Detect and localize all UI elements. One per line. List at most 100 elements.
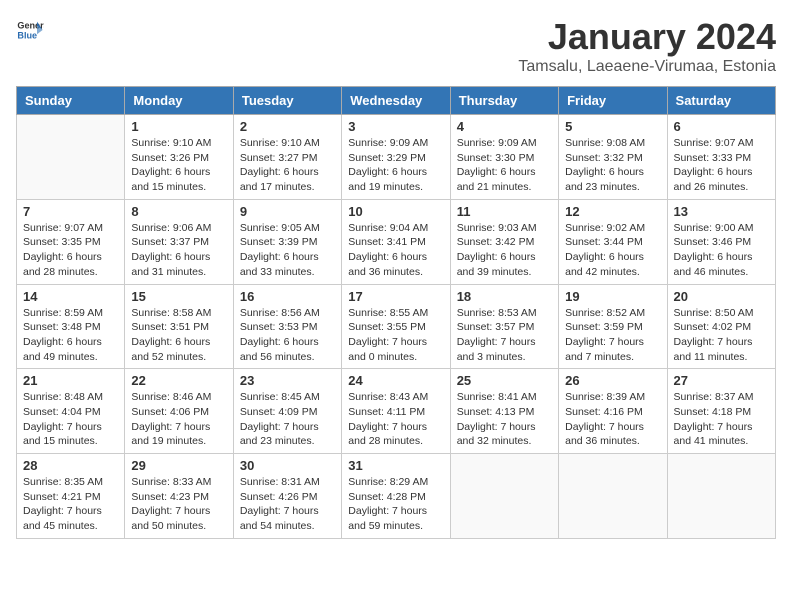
location-title: Tamsalu, Laeaene-Virumaa, Estonia: [518, 58, 776, 76]
day-number: 28: [23, 458, 118, 473]
calendar-cell: 16 Sunrise: 8:56 AMSunset: 3:53 PMDayligh…: [233, 284, 341, 369]
weekday-header-thursday: Thursday: [450, 87, 558, 115]
day-number: 17: [348, 289, 443, 304]
title-area: January 2024 Tamsalu, Laeaene-Virumaa, E…: [518, 16, 776, 76]
calendar-cell: 4 Sunrise: 9:09 AMSunset: 3:30 PMDaylight…: [450, 115, 558, 200]
day-number: 4: [457, 119, 552, 134]
calendar-cell: 20 Sunrise: 8:50 AMSunset: 4:02 PMDayligh…: [667, 284, 775, 369]
calendar-cell: 27 Sunrise: 8:37 AMSunset: 4:18 PMDayligh…: [667, 369, 775, 454]
day-number: 25: [457, 373, 552, 388]
week-row-1: 1 Sunrise: 9:10 AMSunset: 3:26 PMDaylight…: [17, 115, 776, 200]
day-info: Sunrise: 9:08 AMSunset: 3:32 PMDaylight:…: [565, 136, 660, 195]
weekday-header-sunday: Sunday: [17, 87, 125, 115]
week-row-2: 7Sunrise: 9:07 AMSunset: 3:35 PMDaylight…: [17, 199, 776, 284]
day-info: Sunrise: 8:45 AMSunset: 4:09 PMDaylight:…: [240, 390, 335, 449]
day-number: 21: [23, 373, 118, 388]
calendar-cell: [559, 454, 667, 539]
week-row-4: 21 Sunrise: 8:48 AMSunset: 4:04 PMDayligh…: [17, 369, 776, 454]
weekday-header-wednesday: Wednesday: [342, 87, 450, 115]
week-row-5: 28 Sunrise: 8:35 AMSunset: 4:21 PMDayligh…: [17, 454, 776, 539]
calendar-cell: 15 Sunrise: 8:58 AMSunset: 3:51 PMDayligh…: [125, 284, 233, 369]
day-info: Sunrise: 8:55 AMSunset: 3:55 PMDaylight:…: [348, 306, 443, 365]
day-info: Sunrise: 8:48 AMSunset: 4:04 PMDaylight:…: [23, 390, 118, 449]
day-number: 18: [457, 289, 552, 304]
day-info: Sunrise: 8:56 AMSunset: 3:53 PMDaylight:…: [240, 306, 335, 365]
calendar-cell: 22 Sunrise: 8:46 AMSunset: 4:06 PMDayligh…: [125, 369, 233, 454]
day-info: Sunrise: 8:58 AMSunset: 3:51 PMDaylight:…: [131, 306, 226, 365]
calendar-cell: 1 Sunrise: 9:10 AMSunset: 3:26 PMDaylight…: [125, 115, 233, 200]
day-number: 11: [457, 204, 552, 219]
day-info: Sunrise: 8:50 AMSunset: 4:02 PMDaylight:…: [674, 306, 769, 365]
calendar-cell: 18 Sunrise: 8:53 AMSunset: 3:57 PMDayligh…: [450, 284, 558, 369]
logo-icon: General Blue: [16, 16, 44, 44]
day-number: 13: [674, 204, 769, 219]
day-info: Sunrise: 8:41 AMSunset: 4:13 PMDaylight:…: [457, 390, 552, 449]
day-info: Sunrise: 9:07 AMSunset: 3:33 PMDaylight:…: [674, 136, 769, 195]
day-number: 8: [131, 204, 226, 219]
logo: General Blue: [16, 16, 44, 44]
day-number: 14: [23, 289, 118, 304]
day-info: Sunrise: 8:46 AMSunset: 4:06 PMDaylight:…: [131, 390, 226, 449]
day-info: Sunrise: 8:52 AMSunset: 3:59 PMDaylight:…: [565, 306, 660, 365]
day-number: 23: [240, 373, 335, 388]
day-number: 12: [565, 204, 660, 219]
weekday-header-monday: Monday: [125, 87, 233, 115]
day-number: 31: [348, 458, 443, 473]
week-row-3: 14 Sunrise: 8:59 AMSunset: 3:48 PMDayligh…: [17, 284, 776, 369]
day-info: Sunrise: 9:09 AMSunset: 3:29 PMDaylight:…: [348, 136, 443, 195]
day-info: Sunrise: 8:35 AMSunset: 4:21 PMDaylight:…: [23, 475, 118, 534]
day-info: Sunrise: 9:02 AMSunset: 3:44 PMDaylight:…: [565, 221, 660, 280]
weekday-header-saturday: Saturday: [667, 87, 775, 115]
day-info: Sunrise: 8:33 AMSunset: 4:23 PMDaylight:…: [131, 475, 226, 534]
day-number: 2: [240, 119, 335, 134]
weekday-header-row: SundayMondayTuesdayWednesdayThursdayFrid…: [17, 87, 776, 115]
day-info: Sunrise: 8:39 AMSunset: 4:16 PMDaylight:…: [565, 390, 660, 449]
day-number: 3: [348, 119, 443, 134]
day-info: Sunrise: 8:29 AMSunset: 4:28 PMDaylight:…: [348, 475, 443, 534]
calendar-cell: 13Sunrise: 9:00 AMSunset: 3:46 PMDayligh…: [667, 199, 775, 284]
calendar-cell: 8 Sunrise: 9:06 AMSunset: 3:37 PMDaylight…: [125, 199, 233, 284]
day-info: Sunrise: 9:10 AMSunset: 3:27 PMDaylight:…: [240, 136, 335, 195]
calendar-cell: 25 Sunrise: 8:41 AMSunset: 4:13 PMDayligh…: [450, 369, 558, 454]
day-info: Sunrise: 8:37 AMSunset: 4:18 PMDaylight:…: [674, 390, 769, 449]
calendar-cell: 17 Sunrise: 8:55 AMSunset: 3:55 PMDayligh…: [342, 284, 450, 369]
calendar-cell: 24Sunrise: 8:43 AMSunset: 4:11 PMDayligh…: [342, 369, 450, 454]
day-number: 19: [565, 289, 660, 304]
header: General Blue January 2024 Tamsalu, Laeae…: [16, 16, 776, 76]
calendar-cell: 21 Sunrise: 8:48 AMSunset: 4:04 PMDayligh…: [17, 369, 125, 454]
day-info: Sunrise: 8:43 AMSunset: 4:11 PMDaylight:…: [348, 390, 443, 449]
day-number: 5: [565, 119, 660, 134]
day-number: 6: [674, 119, 769, 134]
weekday-header-tuesday: Tuesday: [233, 87, 341, 115]
day-number: 10: [348, 204, 443, 219]
day-number: 16: [240, 289, 335, 304]
day-info: Sunrise: 8:59 AMSunset: 3:48 PMDaylight:…: [23, 306, 118, 365]
day-info: Sunrise: 9:06 AMSunset: 3:37 PMDaylight:…: [131, 221, 226, 280]
day-info: Sunrise: 9:04 AMSunset: 3:41 PMDaylight:…: [348, 221, 443, 280]
calendar-cell: 31 Sunrise: 8:29 AMSunset: 4:28 PMDayligh…: [342, 454, 450, 539]
day-number: 26: [565, 373, 660, 388]
calendar-cell: 3 Sunrise: 9:09 AMSunset: 3:29 PMDaylight…: [342, 115, 450, 200]
calendar-cell: 6 Sunrise: 9:07 AMSunset: 3:33 PMDaylight…: [667, 115, 775, 200]
day-info: Sunrise: 9:07 AMSunset: 3:35 PMDaylight:…: [23, 221, 118, 280]
calendar-cell: [450, 454, 558, 539]
day-info: Sunrise: 9:03 AMSunset: 3:42 PMDaylight:…: [457, 221, 552, 280]
day-number: 30: [240, 458, 335, 473]
day-number: 15: [131, 289, 226, 304]
day-number: 22: [131, 373, 226, 388]
day-info: Sunrise: 9:10 AMSunset: 3:26 PMDaylight:…: [131, 136, 226, 195]
calendar-cell: [17, 115, 125, 200]
day-number: 27: [674, 373, 769, 388]
day-info: Sunrise: 9:09 AMSunset: 3:30 PMDaylight:…: [457, 136, 552, 195]
day-info: Sunrise: 8:31 AMSunset: 4:26 PMDaylight:…: [240, 475, 335, 534]
day-number: 1: [131, 119, 226, 134]
day-number: 20: [674, 289, 769, 304]
calendar-cell: 9Sunrise: 9:05 AMSunset: 3:39 PMDaylight…: [233, 199, 341, 284]
weekday-header-friday: Friday: [559, 87, 667, 115]
day-info: Sunrise: 8:53 AMSunset: 3:57 PMDaylight:…: [457, 306, 552, 365]
calendar-table: SundayMondayTuesdayWednesdayThursdayFrid…: [16, 86, 776, 539]
calendar-cell: 11 Sunrise: 9:03 AMSunset: 3:42 PMDayligh…: [450, 199, 558, 284]
svg-text:Blue: Blue: [17, 30, 37, 40]
calendar-cell: 2 Sunrise: 9:10 AMSunset: 3:27 PMDaylight…: [233, 115, 341, 200]
calendar-cell: [667, 454, 775, 539]
